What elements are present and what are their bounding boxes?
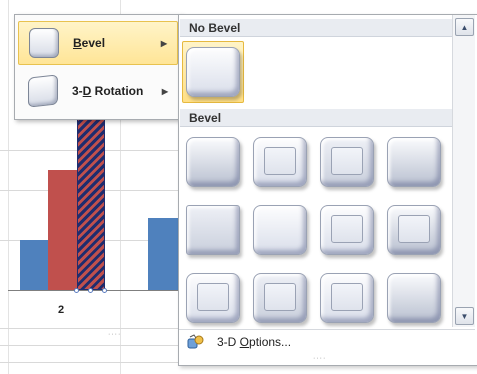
bevel-option-relaxed-inset[interactable] [249,131,311,193]
resize-grip[interactable]: ···· [108,331,121,338]
chart-bar-series3-selected[interactable] [77,112,105,290]
chart-bar-series1[interactable] [20,240,48,290]
bevel-option-divot[interactable] [182,267,244,329]
bevel-option-hard-edge[interactable] [316,267,378,329]
bevel-option-none[interactable] [182,41,244,103]
3d-options-icon [187,334,205,350]
bevel-preview-icon [186,47,240,97]
rotation-shape-icon [28,74,58,108]
bevel-option-circle[interactable] [182,131,244,193]
bevel-option-soft-round[interactable] [249,199,311,261]
bevel-option-cool-slant[interactable] [383,131,445,193]
menu-item-bevel[interactable]: Bevel ▶ [18,21,178,65]
chart-bar-series2[interactable] [48,170,77,290]
grid-row-line [0,345,180,346]
bevel-option-convex[interactable] [316,199,378,261]
menu-item-bevel-label: Bevel [73,36,106,50]
bevel-option-slope[interactable] [383,199,445,261]
chart-bar-series1[interactable] [148,218,178,290]
bevel-preview-icon [253,205,307,255]
3d-options-label: 3-D Options... [217,335,292,349]
bevel-header: Bevel [180,109,452,127]
bevel-preview-icon [253,137,307,187]
bevel-preview-icon [387,137,441,187]
bevel-preview-icon [387,205,441,255]
selection-handle[interactable] [88,288,93,293]
bevel-preview-icon [320,205,374,255]
scroll-down-button[interactable]: ▼ [455,307,474,325]
submenu-arrow-icon: ▶ [161,86,168,96]
menu-item-3d-rotation-label: 3-D Rotation [72,84,144,98]
bevel-shape-icon [29,28,59,58]
bevel-option-angle[interactable] [182,199,244,261]
bevel-preview-icon [320,273,374,323]
grid-row-line [0,362,180,363]
menu-item-3d-rotation[interactable]: 3-D Rotation ▶ [18,69,178,113]
category-axis-label: 2 [58,304,65,316]
format-submenu: Bevel ▶ 3-D Rotation ▶ [14,14,182,120]
bevel-preview-icon [320,137,374,187]
bevel-preview-icon [186,273,240,323]
bevel-gallery: No Bevel Bevel ▲ ▼ 3-D Options... ···· [178,14,477,366]
bevel-preview-icon [186,137,240,187]
bevel-preview-icon [387,273,441,323]
no-bevel-header: No Bevel [180,19,452,37]
submenu-arrow-icon: ▶ [160,38,167,48]
3d-options-item[interactable]: 3-D Options... [179,329,475,354]
selection-handle[interactable] [102,288,107,293]
gallery-resize-grip[interactable]: ···· [313,355,326,362]
bevel-preview-icon [253,273,307,323]
scroll-up-button[interactable]: ▲ [455,18,474,36]
gallery-scrollbar[interactable]: ▲ ▼ [452,15,475,327]
bevel-option-riblet[interactable] [249,267,311,329]
bevel-option-cross[interactable] [316,131,378,193]
selection-handle[interactable] [74,288,79,293]
bevel-option-art-deco[interactable] [383,267,445,329]
grid-row-line [0,328,180,329]
grid-column-line [8,0,9,374]
bevel-preview-icon [186,205,240,255]
chart-category-axis [8,290,180,291]
